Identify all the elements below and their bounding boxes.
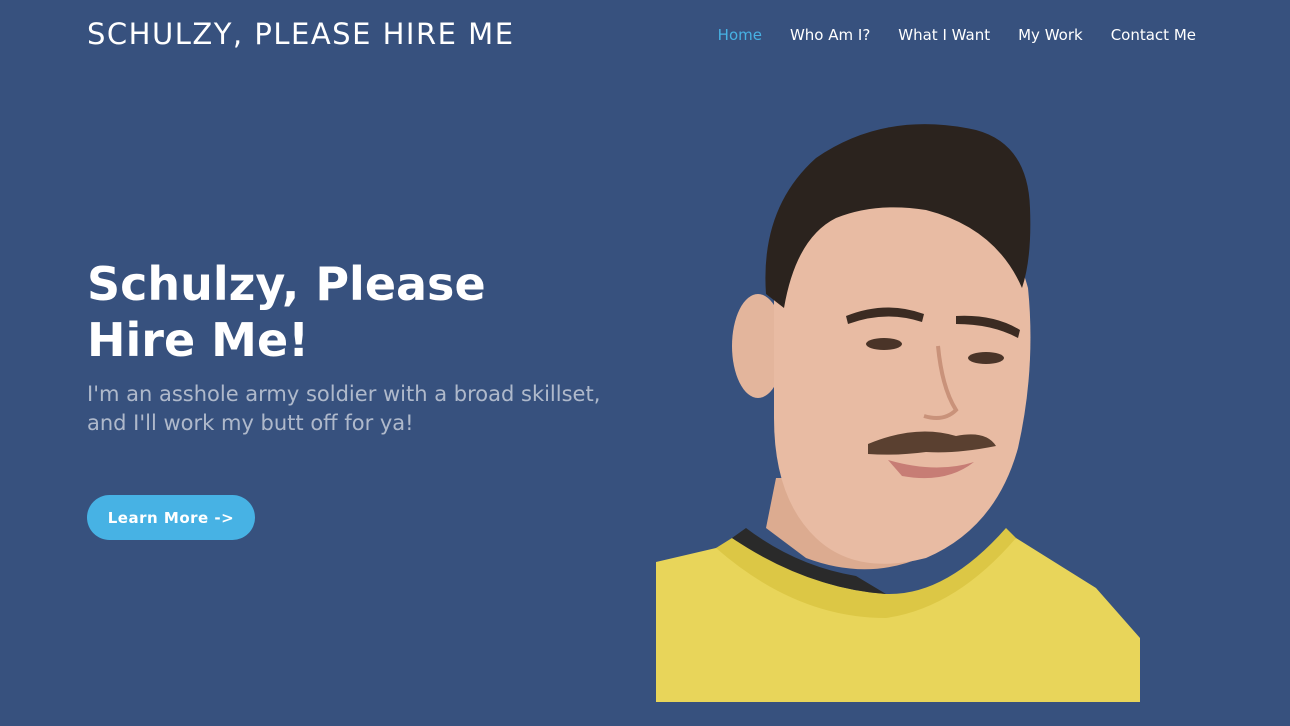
learn-more-button[interactable]: Learn More -> [87, 495, 255, 540]
nav-what-i-want-link[interactable]: What I Want [898, 24, 990, 46]
right-eye-shape [968, 352, 1004, 364]
portrait-photo [656, 124, 1140, 702]
nav-home-link[interactable]: Home [718, 24, 762, 46]
nav-who-am-i-link[interactable]: Who Am I? [790, 24, 870, 46]
nav-contact-me-link[interactable]: Contact Me [1111, 24, 1196, 46]
nav-my-work-link[interactable]: My Work [1018, 24, 1083, 46]
face-shape [774, 194, 1031, 564]
hero-subtitle: I'm an asshole army soldier with a broad… [87, 382, 601, 435]
site-logo-link[interactable]: SCHULZY, PLEASE HIRE ME [87, 14, 515, 54]
main-nav: Home Who Am I? What I Want My Work Conta… [718, 24, 1196, 46]
hero-title: Schulzy, Please Hire Me! [87, 257, 486, 367]
left-eye-shape [866, 338, 902, 350]
hero-section: Schulzy, Please Hire Me! I'm an asshole … [87, 256, 607, 438]
